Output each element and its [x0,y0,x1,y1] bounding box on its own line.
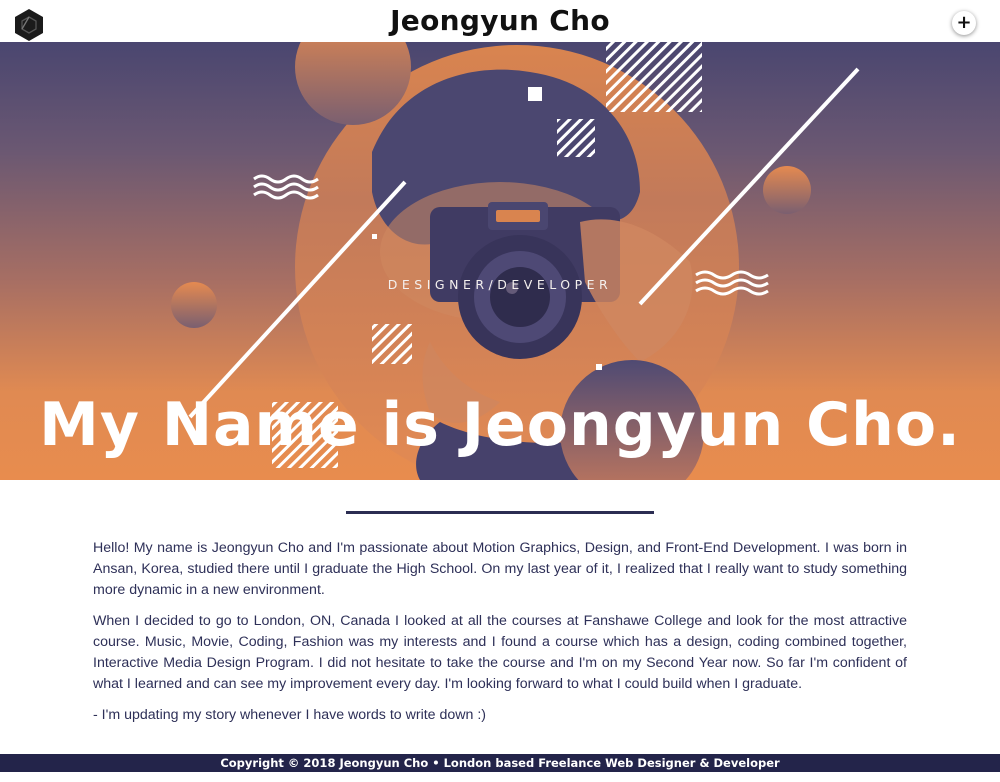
ball-right [763,166,811,214]
about-section: Hello! My name is Jeongyun Cho and I'm p… [93,538,907,736]
square-top [528,87,542,101]
hero-title: My Name is Jeongyun Cho. [39,390,961,460]
about-paragraph: - I'm updating my story whenever I have … [93,707,487,723]
site-title[interactable]: Jeongyun Cho [0,4,1000,37]
stripe-left [372,324,412,364]
dot-left [372,234,377,239]
site-header: Jeongyun Cho + [0,0,1000,42]
about-paragraph: Hello! My name is Jeongyun Cho and I'm p… [93,540,907,598]
site-footer: Copyright © 2018 Jeongyun Cho • London b… [0,754,1000,772]
plus-icon[interactable]: + [952,11,976,35]
dot-bottom [596,364,602,370]
section-divider [346,511,654,514]
stripe-mid [557,119,595,157]
stripe-top-right [606,42,702,112]
hero-banner: DESIGNER/DEVELOPER My Name is Jeongyun C… [0,42,1000,480]
about-paragraph: When I decided to go to London, ON, Cana… [93,613,907,692]
hero-subtitle: DESIGNER/DEVELOPER [387,277,613,292]
